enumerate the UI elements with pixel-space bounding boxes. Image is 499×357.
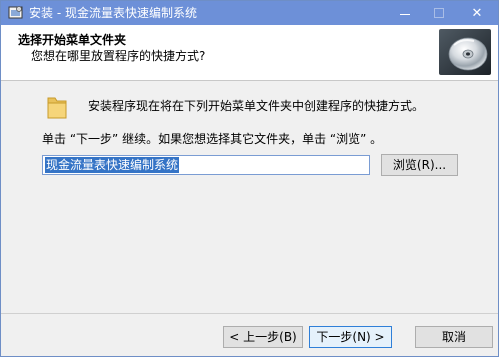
minimize-button[interactable] <box>388 1 422 25</box>
page-title: 选择开始菜单文件夹 <box>18 33 127 47</box>
browse-button[interactable]: 浏览(R)... <box>381 154 458 176</box>
installer-window: 安装 - 现金流量表快速编制系统 ✕ 选择开始菜单文件夹 您想在哪里放置程序的快… <box>0 0 499 357</box>
cd-disc-icon <box>439 29 491 75</box>
folder-icon <box>47 97 67 119</box>
back-button[interactable]: < 上一步(B) <box>223 326 303 348</box>
folder-input-value: 现金流量表快速编制系统 <box>45 157 180 173</box>
close-button[interactable]: ✕ <box>460 1 494 25</box>
wizard-header: 选择开始菜单文件夹 您想在哪里放置程序的快捷方式? <box>1 25 498 81</box>
close-icon: ✕ <box>471 5 483 21</box>
instruction-text: 单击 “下一步” 继续。如果您想选择其它文件夹，单击 “浏览” 。 <box>42 132 383 146</box>
footer-divider <box>1 313 498 314</box>
maximize-button[interactable] <box>422 1 456 25</box>
window-title: 安装 - 现金流量表快速编制系统 <box>29 6 197 20</box>
minimize-icon <box>400 13 410 15</box>
page-subtitle: 您想在哪里放置程序的快捷方式? <box>31 49 206 63</box>
next-button[interactable]: 下一步(N) > <box>309 326 392 348</box>
cancel-button[interactable]: 取消 <box>415 326 493 348</box>
info-text: 安装程序现在将在下列开始菜单文件夹中创建程序的快捷方式。 <box>88 99 425 113</box>
title-bar[interactable]: 安装 - 现金流量表快速编制系统 ✕ <box>1 1 498 25</box>
start-menu-folder-input[interactable]: 现金流量表快速编制系统 <box>42 155 370 175</box>
installer-app-icon <box>8 6 23 19</box>
maximize-icon <box>434 8 444 18</box>
